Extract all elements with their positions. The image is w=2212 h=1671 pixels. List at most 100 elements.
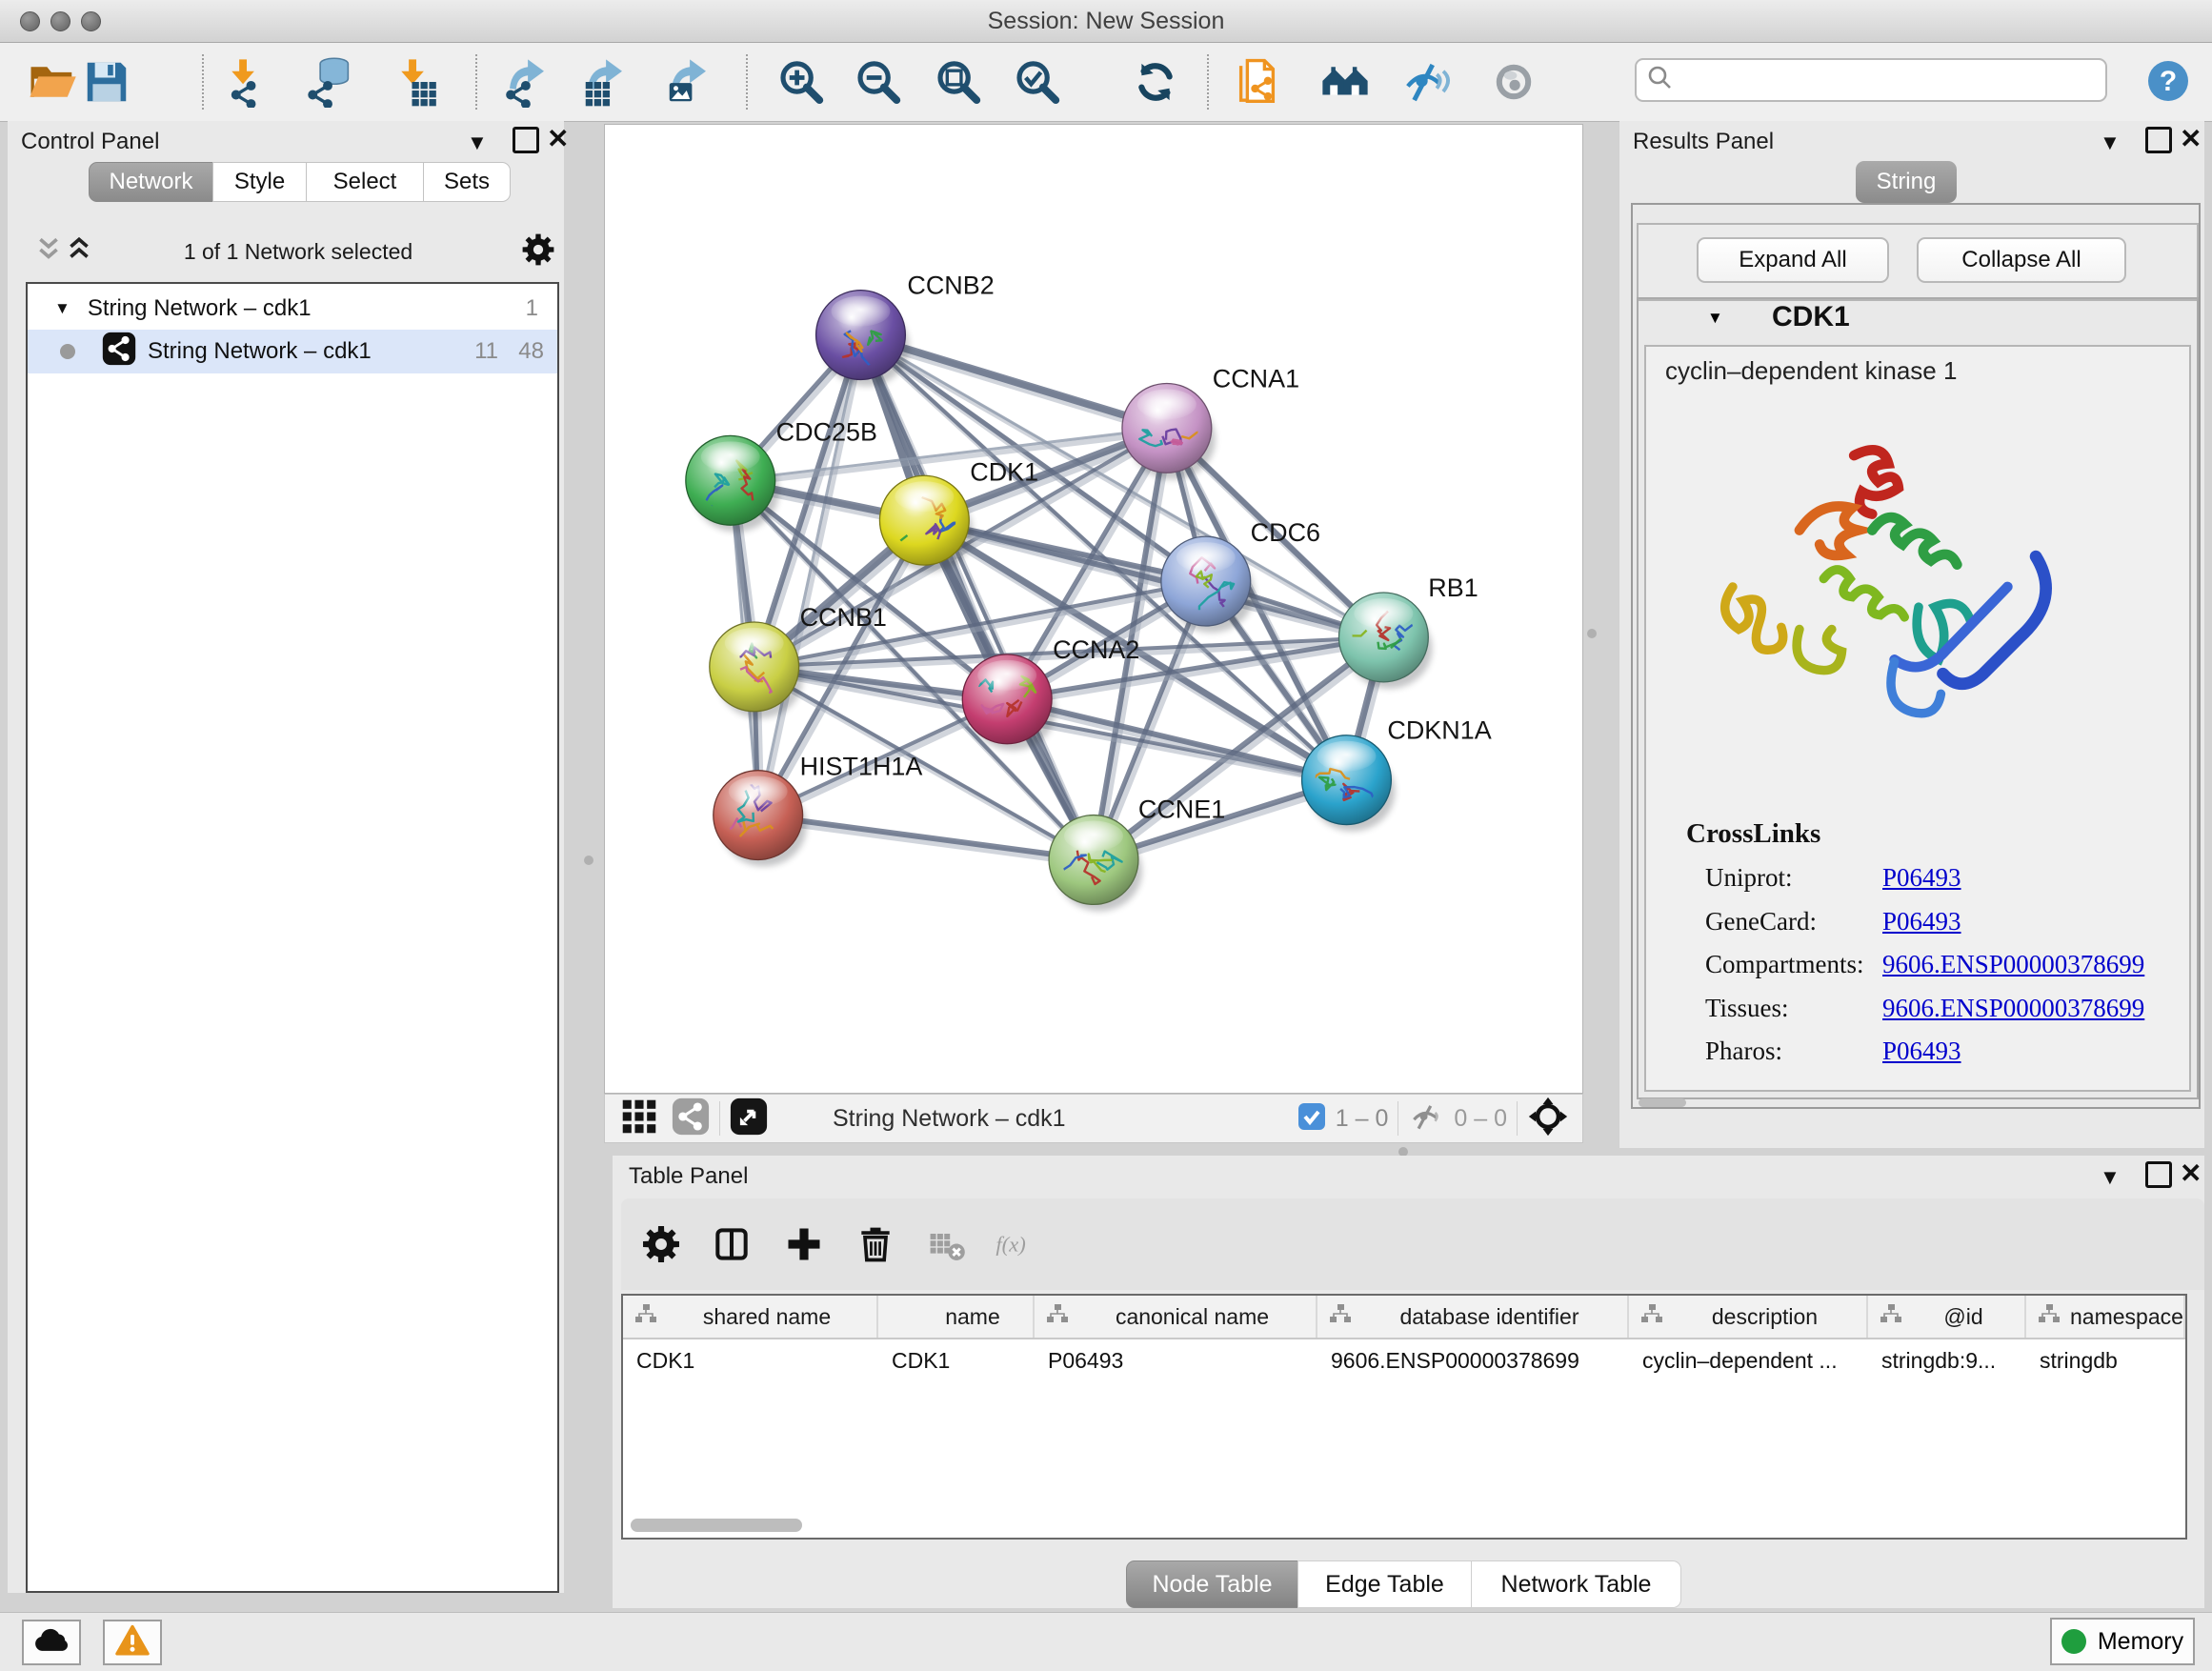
close-panel-icon[interactable]: ✕ xyxy=(547,123,569,154)
tree-expanded-icon[interactable]: ▼ xyxy=(54,299,70,318)
tab-node-table[interactable]: Node Table xyxy=(1126,1560,1298,1608)
table-cell[interactable]: P06493 xyxy=(1035,1339,1317,1381)
search-box[interactable] xyxy=(1635,58,2107,102)
crosslink-link[interactable]: 9606.ENSP00000378699 xyxy=(1882,950,2144,979)
zoom-fit-button[interactable] xyxy=(932,56,983,108)
undock-panel-icon[interactable] xyxy=(2145,127,2172,153)
apply-preferred-layout-button[interactable] xyxy=(1130,56,1181,108)
table-cell[interactable]: CDK1 xyxy=(623,1339,878,1381)
collapse-all-button[interactable]: Collapse All xyxy=(1917,237,2126,283)
network-node-CDC6[interactable] xyxy=(1161,536,1255,633)
network-node-CCNE1[interactable] xyxy=(1049,815,1142,912)
warnings-button[interactable] xyxy=(103,1620,162,1665)
share-view-icon[interactable] xyxy=(672,1097,710,1140)
tab-select[interactable]: Select xyxy=(306,162,424,202)
network-node-CCNA1[interactable] xyxy=(1122,383,1217,479)
float-panel-icon[interactable]: ▼ xyxy=(467,132,488,153)
table-row[interactable]: CDK1CDK1P064939606.ENSP00000378699cyclin… xyxy=(623,1339,2185,1381)
zoom-selected-button[interactable] xyxy=(1011,56,1062,108)
tab-network[interactable]: Network xyxy=(89,162,213,202)
splitter-handle-left[interactable] xyxy=(584,856,593,865)
results-scrollbar[interactable] xyxy=(1639,1098,1686,1107)
highlight-neighbors-button[interactable] xyxy=(1488,56,1539,108)
table-cell[interactable]: stringdb:9... xyxy=(1868,1339,2026,1381)
zoom-fit-icon xyxy=(932,95,983,111)
expand-all-icon[interactable] xyxy=(36,235,61,269)
crosslink-link[interactable]: 9606.ENSP00000378699 xyxy=(1882,994,2144,1023)
search-input[interactable] xyxy=(1675,67,2105,93)
network-canvas[interactable]: CCNB2CCNA1CDC25BCDK1CDC6RB1CCNB1CCNA2CDK… xyxy=(604,124,1583,1094)
column-header-shared-name[interactable]: shared name xyxy=(623,1296,878,1338)
save-session-button[interactable] xyxy=(81,56,132,108)
memory-button[interactable]: Memory xyxy=(2050,1618,2195,1665)
import-table-from-file-button[interactable] xyxy=(391,56,442,108)
float-panel-icon[interactable]: ▼ xyxy=(2100,132,2121,153)
expand-all-button[interactable]: Expand All xyxy=(1697,237,1889,283)
tab-string[interactable]: String xyxy=(1856,161,1957,203)
column-label: description xyxy=(1712,1304,1827,1330)
table-cell[interactable]: cyclin–dependent ... xyxy=(1629,1339,1868,1381)
export-table-button[interactable] xyxy=(579,56,631,108)
cloud-status-button[interactable] xyxy=(22,1620,81,1665)
tab-edge-table[interactable]: Edge Table xyxy=(1297,1560,1472,1608)
network-row-selected[interactable]: String Network – cdk1 11 48 xyxy=(28,330,557,373)
gene-details: cyclin–dependent kinase 1 xyxy=(1644,345,2191,1092)
column-label: shared name xyxy=(703,1304,840,1330)
network-from-selection-button[interactable] xyxy=(1236,56,1287,108)
horizontal-scrollbar[interactable] xyxy=(631,1519,802,1532)
zoom-in-button[interactable] xyxy=(774,56,826,108)
undock-panel-icon[interactable] xyxy=(2145,1161,2172,1188)
crosslink-link[interactable]: P06493 xyxy=(1882,907,1961,936)
network-overview-button[interactable] xyxy=(1319,56,1371,108)
column-header-canonical-name[interactable]: canonical name xyxy=(1035,1296,1317,1338)
trash-button[interactable] xyxy=(855,1223,896,1265)
birdseye-icon[interactable] xyxy=(730,1097,768,1140)
delete-table-button[interactable] xyxy=(926,1223,968,1265)
split-columns-button[interactable] xyxy=(711,1223,753,1265)
grid-view-icon[interactable] xyxy=(620,1097,658,1140)
shared-column-icon xyxy=(2038,1303,2061,1330)
export-image-button[interactable] xyxy=(663,56,714,108)
import-network-from-file-button[interactable] xyxy=(221,56,272,108)
hide-graphics-details-button[interactable] xyxy=(1400,56,1452,108)
network-node-CDKN1A[interactable] xyxy=(1302,735,1396,832)
undock-panel-icon[interactable] xyxy=(513,127,539,153)
move-icon[interactable] xyxy=(1527,1096,1569,1142)
table-cell[interactable]: 9606.ENSP00000378699 xyxy=(1317,1339,1629,1381)
splitter-handle-right[interactable] xyxy=(1587,629,1597,638)
network-node-HIST1H1A[interactable] xyxy=(709,771,806,867)
function-button[interactable]: f(x) xyxy=(995,1223,1036,1265)
control-panel: Control Panel ▼ ✕ NetworkStyleSelectSets… xyxy=(8,121,564,1593)
column-header-name[interactable]: name xyxy=(878,1296,1035,1338)
column-header-@id[interactable]: @id xyxy=(1868,1296,2026,1338)
plus-button[interactable] xyxy=(783,1223,825,1265)
column-header-description[interactable]: description xyxy=(1629,1296,1868,1338)
gear-icon[interactable] xyxy=(520,232,556,272)
import-network-from-database-button[interactable] xyxy=(302,56,353,108)
column-header-namespace[interactable]: namespace xyxy=(2026,1296,2185,1338)
tab-network-table[interactable]: Network Table xyxy=(1471,1560,1681,1608)
zoom-out-button[interactable] xyxy=(852,56,903,108)
selected-count: 1 – 0 xyxy=(1336,1105,1389,1133)
gear-button[interactable] xyxy=(640,1223,682,1265)
close-panel-icon[interactable]: ✕ xyxy=(2180,123,2202,154)
tab-sets[interactable]: Sets xyxy=(423,162,511,202)
collapse-all-icon[interactable] xyxy=(67,235,91,269)
crosslink-link[interactable]: P06493 xyxy=(1882,1037,1961,1066)
table-cell[interactable]: CDK1 xyxy=(878,1339,1035,1381)
network-edge[interactable] xyxy=(758,815,1094,860)
tab-style[interactable]: Style xyxy=(212,162,307,202)
export-network-button[interactable] xyxy=(501,56,553,108)
export-image-icon xyxy=(663,95,714,111)
hidden-eye-icon[interactable] xyxy=(1408,1098,1444,1139)
crosslink-link[interactable]: P06493 xyxy=(1882,863,1961,893)
selected-checkbox[interactable] xyxy=(1297,1102,1326,1136)
help-button[interactable]: ? xyxy=(2145,58,2197,110)
open-session-button[interactable] xyxy=(27,56,78,108)
float-panel-icon[interactable]: ▼ xyxy=(2100,1167,2121,1188)
network-collection-row[interactable]: ▼ String Network – cdk1 1 xyxy=(28,288,557,330)
close-panel-icon[interactable]: ✕ xyxy=(2180,1158,2202,1189)
table-cell[interactable]: stringdb xyxy=(2026,1339,2185,1381)
column-header-database-identifier[interactable]: database identifier xyxy=(1317,1296,1629,1338)
section-expanded-icon[interactable]: ▼ xyxy=(1707,309,1723,328)
